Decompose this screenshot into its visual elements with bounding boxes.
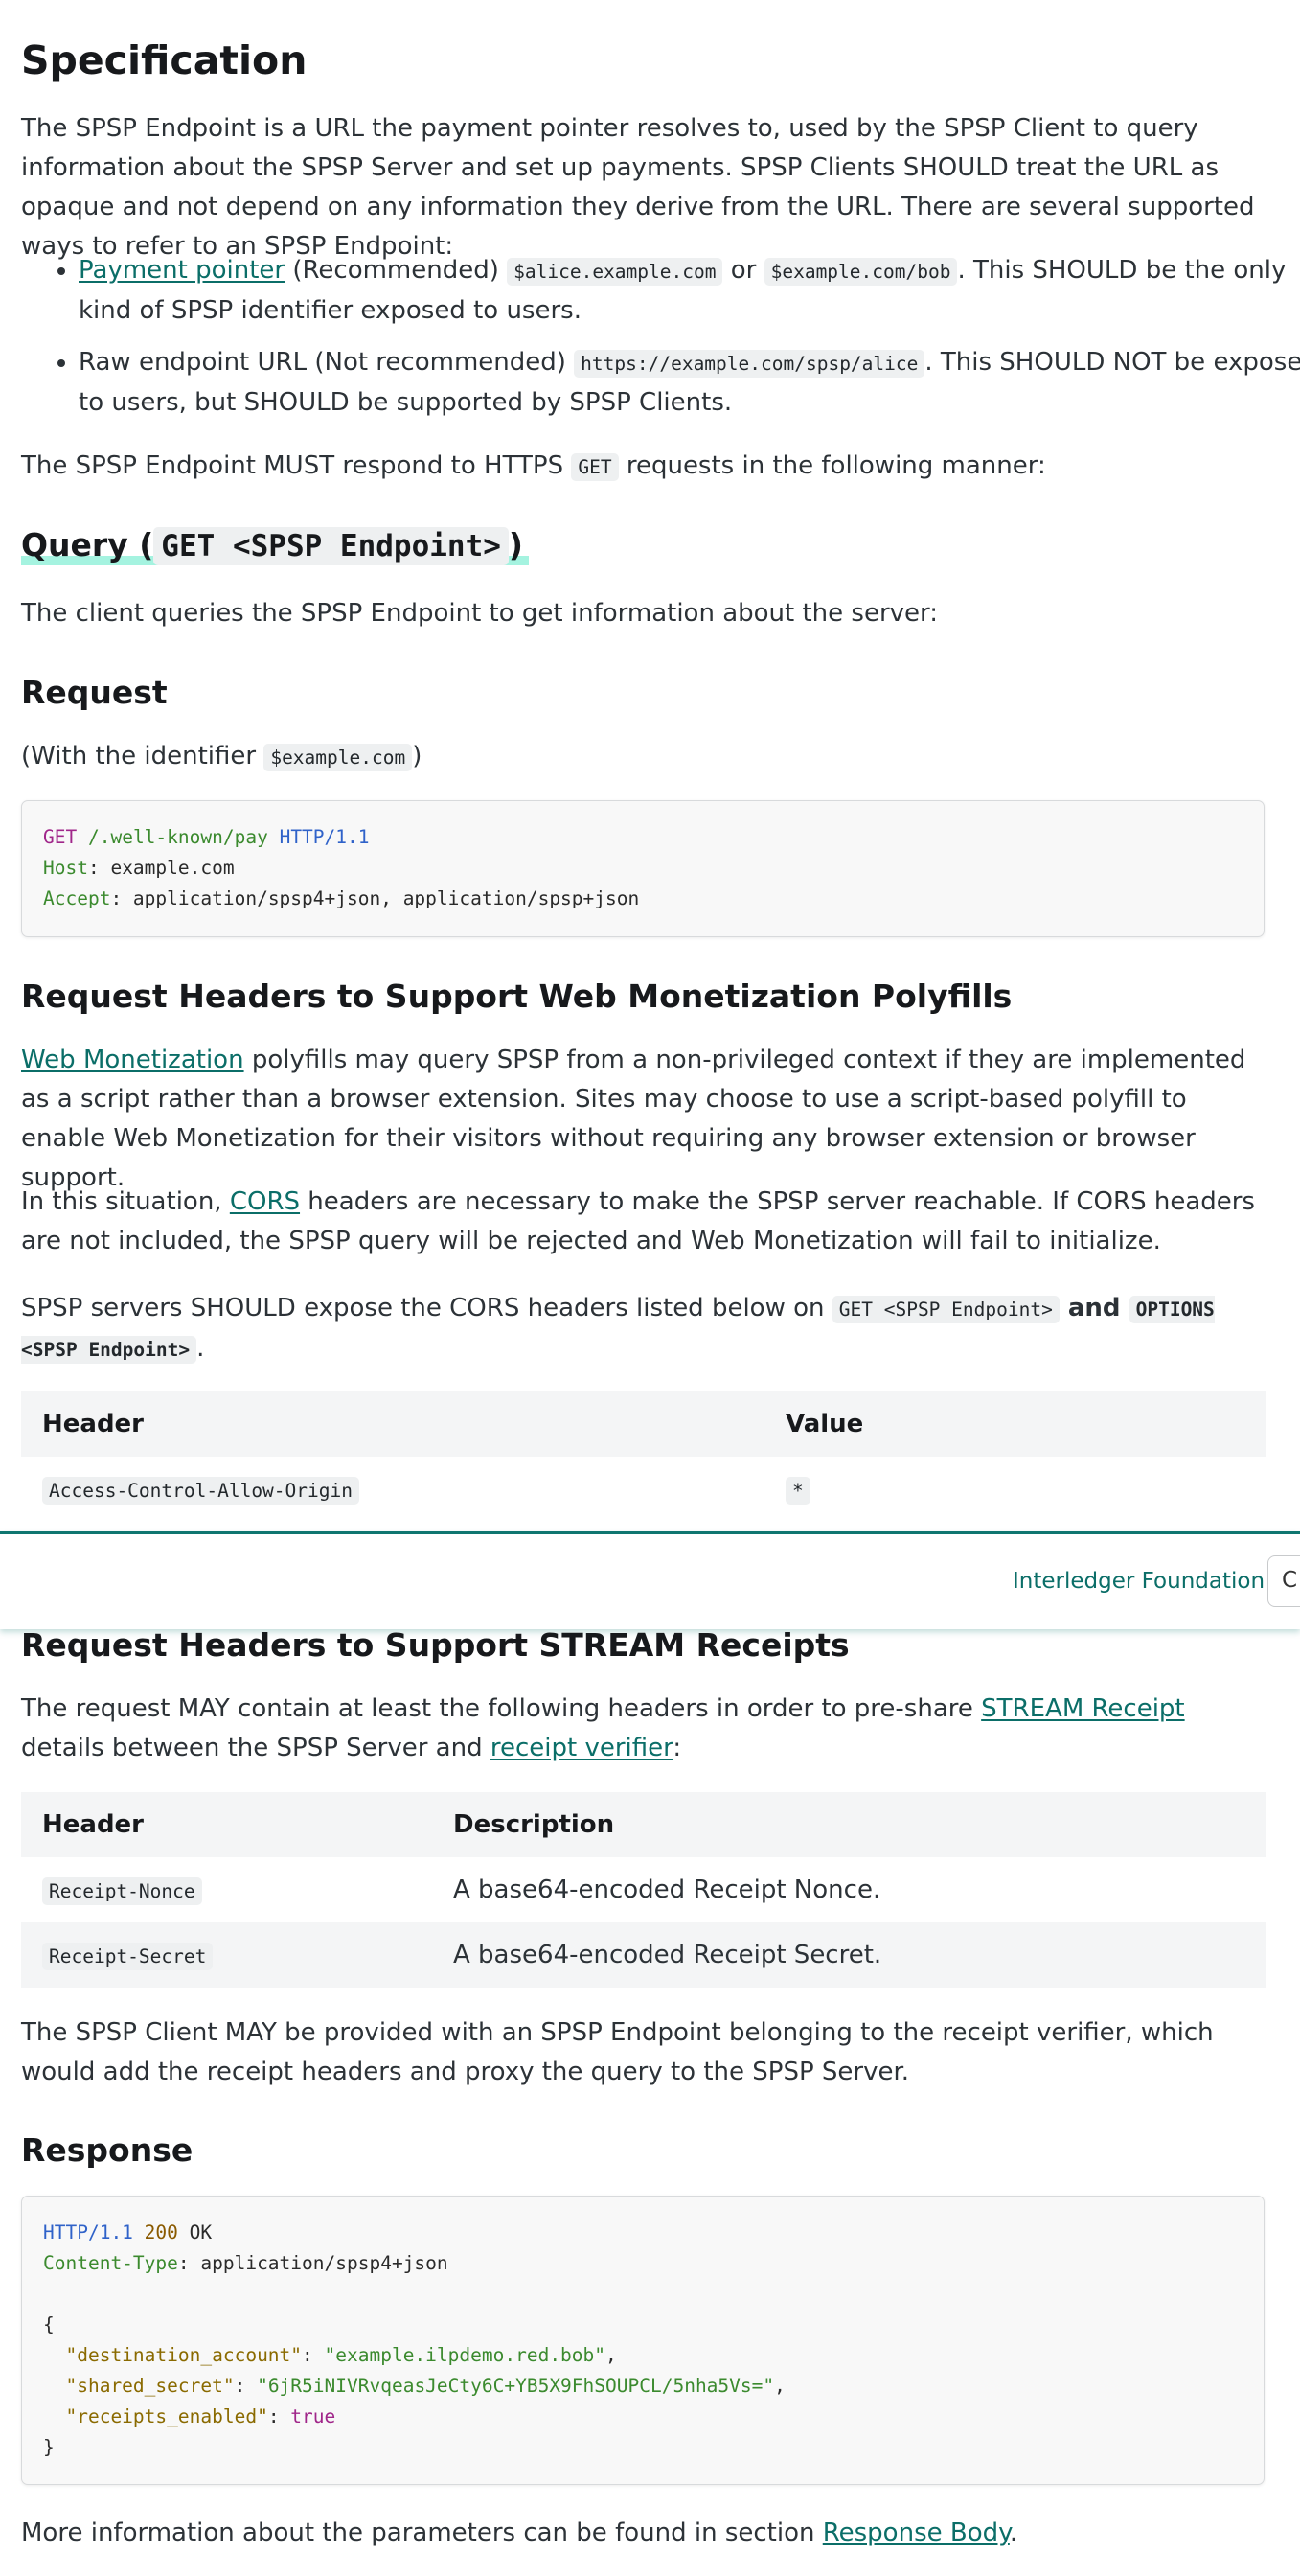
text-span: More information about the parameters ca…: [21, 2518, 823, 2547]
receipts-paragraph-1: The request MAY contain at least the fol…: [21, 1690, 1266, 1768]
request-heading: Request: [21, 674, 168, 711]
inline-code: Receipt-Nonce: [42, 1877, 202, 1905]
payment-pointer-link[interactable]: Payment pointer: [79, 256, 285, 285]
list-item: Payment pointer (Recommended) $alice.exa…: [79, 251, 1300, 331]
request-code-block[interactable]: GET /.well-known/pay HTTP/1.1 Host: exam…: [21, 800, 1265, 937]
query-description: The client queries the SPSP Endpoint to …: [21, 599, 939, 628]
response-more-info: More information about the parameters ca…: [21, 2514, 1266, 2553]
code-token: Host: [43, 857, 88, 879]
request-note: (With the identifier $example.com): [21, 737, 1266, 777]
code-token: "shared_secret": [65, 2375, 235, 2397]
interledger-foundation-link[interactable]: Interledger Foundation: [1013, 1569, 1265, 1594]
query-heading: Query (GET <SPSP Endpoint>): [21, 524, 1266, 567]
bullet-text: or: [722, 256, 764, 285]
receipts-heading: Request Headers to Support STREAM Receip…: [21, 1626, 850, 1664]
text-span: .: [196, 1334, 205, 1363]
top-navbar: Interledger Foundation C: [0, 1531, 1300, 1629]
code-token: : example.com: [87, 857, 235, 879]
inline-code: GET <SPSP Endpoint>: [832, 1296, 1060, 1323]
specification-heading: Specification: [21, 37, 308, 83]
bold-text: and: [1059, 1294, 1129, 1322]
bullet-text: Raw endpoint URL (Not recommended): [79, 348, 575, 377]
bullet-text: (Recommended): [285, 256, 508, 285]
receipt-headers-table: Header Description Receipt-Nonce A base6…: [21, 1792, 1266, 1988]
column-header: Header: [21, 1392, 764, 1457]
code-token: "example.ilpdemo.red.bob": [324, 2344, 606, 2366]
code-token: /.well-known/pay: [87, 826, 268, 848]
table-header-row: Header Value: [21, 1392, 1266, 1457]
table-row: Access-Control-Allow-Origin *: [21, 1457, 1266, 1522]
polyfills-paragraph-3: SPSP servers SHOULD expose the CORS head…: [21, 1289, 1266, 1369]
text-span: requests in the following manner:: [618, 451, 1046, 480]
cors-headers-table: Header Value Access-Control-Allow-Origin…: [21, 1392, 1266, 1522]
table-cell: A base64-encoded Receipt Secret.: [432, 1922, 1266, 1988]
code-token: 200: [144, 2221, 178, 2243]
respond-paragraph: The SPSP Endpoint MUST respond to HTTPS …: [21, 447, 1266, 487]
heading-paren: (: [127, 526, 154, 564]
text-span: .: [1009, 2518, 1018, 2547]
code-token: HTTP/1.1: [43, 2221, 133, 2243]
code-token: OK: [177, 2221, 213, 2243]
inline-code: https://example.com/spsp/alice: [574, 350, 925, 378]
table-cell: *: [764, 1457, 1266, 1522]
code-token: Content-Type: [43, 2252, 178, 2274]
inline-code: Access-Control-Allow-Origin: [42, 1477, 359, 1505]
code-token: : application/spsp4+json: [177, 2252, 448, 2274]
inline-code: Receipt-Secret: [42, 1943, 214, 1970]
code-token: Accept: [43, 887, 111, 909]
column-header: Value: [764, 1392, 1266, 1457]
code-token: "destination_account": [65, 2344, 303, 2366]
table-cell: A base64-encoded Receipt Nonce.: [432, 1857, 1266, 1922]
code-token: GET: [43, 826, 78, 848]
code-token: {: [43, 2313, 55, 2335]
heading-code: GET <SPSP Endpoint>: [153, 527, 509, 565]
code-token: : application/spsp4+json, application/sp…: [110, 887, 640, 909]
column-header: Header: [21, 1792, 432, 1857]
heading-paren: ): [508, 526, 523, 564]
heading-text: Query: [21, 526, 128, 564]
code-token: HTTP/1.1: [279, 826, 370, 848]
spec-intro-paragraph: The SPSP Endpoint is a URL the payment p…: [21, 114, 1255, 261]
text-span: The request MAY contain at least the fol…: [21, 1694, 982, 1723]
table-header-row: Header Description: [21, 1792, 1266, 1857]
text-span: (With the identifier: [21, 742, 264, 770]
text-span: ): [412, 742, 422, 770]
inline-code: $example.com/bob: [764, 258, 958, 286]
text-span: SPSP servers SHOULD expose the CORS head…: [21, 1294, 832, 1322]
code-token: }: [43, 2436, 55, 2458]
table-cell: Access-Control-Allow-Origin: [21, 1457, 764, 1522]
table-row: Receipt-Nonce A base64-encoded Receipt N…: [21, 1857, 1266, 1922]
text-span: The SPSP Endpoint MUST respond to HTTPS: [21, 451, 572, 480]
polyfills-heading: Request Headers to Support Web Monetizat…: [21, 978, 1013, 1015]
response-body-link[interactable]: Response Body: [823, 2518, 1010, 2547]
table-row: Receipt-Secret A base64-encoded Receipt …: [21, 1922, 1266, 1988]
receipts-paragraph-2: The SPSP Client MAY be provided with an …: [21, 2018, 1214, 2086]
cors-link[interactable]: CORS: [230, 1187, 300, 1216]
inline-code: GET: [571, 453, 619, 481]
search-button[interactable]: C: [1267, 1555, 1300, 1607]
inline-code: $alice.example.com: [507, 258, 723, 286]
polyfills-paragraph-2: In this situation, CORS headers are nece…: [21, 1183, 1266, 1261]
code-token: "6jR5iNIVRvqeasJeCty6C+YB5X9FhSOUPCL/5nh…: [257, 2375, 775, 2397]
web-monetization-link[interactable]: Web Monetization: [21, 1046, 244, 1074]
inline-code: *: [786, 1477, 810, 1505]
response-heading: Response: [21, 2131, 194, 2169]
table-cell: Receipt-Secret: [21, 1922, 432, 1988]
endpoint-types-list: Payment pointer (Recommended) $alice.exa…: [21, 251, 1300, 435]
code-token: "receipts_enabled": [65, 2405, 268, 2427]
text-span: In this situation,: [21, 1187, 230, 1216]
list-item: Raw endpoint URL (Not recommended) https…: [79, 343, 1300, 423]
receipt-verifier-link[interactable]: receipt verifier: [490, 1734, 673, 1762]
polyfills-paragraph-1: Web Monetization polyfills may query SPS…: [21, 1041, 1266, 1198]
stream-receipt-link[interactable]: STREAM Receipt: [981, 1694, 1184, 1723]
code-token: true: [290, 2405, 336, 2427]
text-span: details between the SPSP Server and: [21, 1734, 490, 1762]
table-cell: Receipt-Nonce: [21, 1857, 432, 1922]
column-header: Description: [432, 1792, 1266, 1857]
response-code-block[interactable]: HTTP/1.1 200 OK Content-Type: applicatio…: [21, 2196, 1265, 2485]
text-span: :: [673, 1734, 682, 1762]
inline-code: $example.com: [263, 744, 413, 771]
search-icon: C: [1282, 1568, 1298, 1593]
